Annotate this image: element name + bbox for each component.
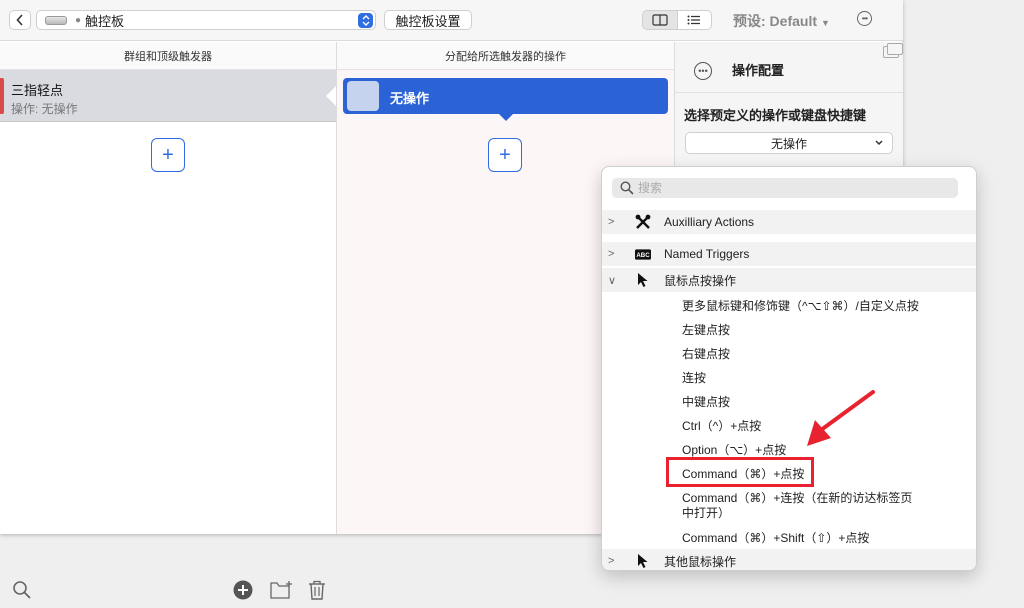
menu-item-command-double-click-cont[interactable]: 中打开） <box>682 505 730 521</box>
menu-item-ctrl-click[interactable]: Ctrl（^）+点按 <box>682 418 761 434</box>
group-label: 其他鼠标操作 <box>664 554 737 569</box>
path-separator: ● <box>75 14 82 26</box>
toolbar: ● 触控板 触控板设置 预设: Default ▼ ••• <box>0 0 903 41</box>
selection-notch <box>326 86 336 106</box>
preset-selector[interactable]: 预设: Default ▼ <box>733 11 830 31</box>
action-label: 无操作 <box>390 91 430 106</box>
search-icon[interactable] <box>12 580 32 603</box>
menu-item-left-click[interactable]: 左键点按 <box>682 322 730 338</box>
view-mode-segmented-control[interactable] <box>642 10 712 30</box>
action-row[interactable]: 无操作 <box>343 78 668 121</box>
columns-view-button[interactable] <box>643 11 678 29</box>
back-button[interactable] <box>9 10 31 30</box>
trackpad-drive-icon <box>45 15 67 25</box>
chevron-right-icon: > <box>608 216 615 228</box>
config-title: 操作配置 <box>732 63 785 78</box>
trigger-title: 三指轻点 <box>11 83 64 98</box>
add-action-button[interactable]: + <box>488 138 522 172</box>
group-auxiliary-actions[interactable]: > Auxilliary Actions <box>602 210 976 234</box>
trackpad-settings-button[interactable]: 触控板设置 <box>384 10 472 30</box>
annotation-arrow-icon <box>807 390 875 446</box>
group-label: Named Triggers <box>664 247 750 261</box>
group-label: 鼠标点按操作 <box>664 273 737 288</box>
chevron-down-icon <box>875 140 883 146</box>
chevron-down-icon: ∨ <box>608 274 617 287</box>
new-folder-icon[interactable] <box>270 580 294 603</box>
config-prompt: 选择预定义的操作或键盘快捷键 <box>684 108 867 123</box>
columns-icon <box>652 14 668 26</box>
more-options-icon[interactable]: ••• <box>857 11 872 26</box>
action-thumbnail <box>347 81 379 111</box>
device-path-selector[interactable]: ● 触控板 <box>36 10 376 30</box>
search-input[interactable] <box>638 181 938 195</box>
cursor-icon <box>635 553 651 569</box>
trigger-color-stripe <box>0 78 4 114</box>
menu-item-command-shift-click[interactable]: Command（⌘）+Shift（⇧）+点按 <box>682 530 869 546</box>
group-named-triggers[interactable]: > ABC Named Triggers <box>602 242 976 266</box>
menu-item-middle-click[interactable]: 中键点按 <box>682 394 730 410</box>
plus-icon: + <box>499 143 511 166</box>
action-notch <box>499 114 513 121</box>
divider <box>675 92 903 93</box>
search-field[interactable] <box>612 178 958 198</box>
tools-icon <box>635 214 651 230</box>
action-dropdown-menu: > Auxilliary Actions > ABC Named Trigger… <box>601 166 977 571</box>
menu-item-custom-click[interactable]: 更多鼠标键和修饰键（^⌥⇧⌘）/自定义点按 <box>682 298 919 314</box>
search-icon <box>620 181 634 195</box>
menu-item-option-click[interactable]: Option（⌥）+点按 <box>682 442 786 458</box>
group-other-mouse-actions[interactable]: > 其他鼠标操作 <box>602 549 976 570</box>
group-label: Auxilliary Actions <box>664 215 755 229</box>
action-select-value: 无操作 <box>770 136 807 151</box>
plus-icon: + <box>162 143 174 166</box>
add-circle-icon[interactable] <box>233 580 253 603</box>
cursor-icon <box>635 272 651 288</box>
path-label: 触控板 <box>85 13 125 29</box>
trash-icon[interactable] <box>308 580 326 603</box>
trigger-row[interactable]: 三指轻点 操作: 无操作 <box>0 70 336 122</box>
action-select[interactable]: 无操作 <box>685 132 893 154</box>
menu-item-double-click[interactable]: 连按 <box>682 370 706 386</box>
path-stepper-icon[interactable] <box>358 13 373 28</box>
group-mouse-click-actions[interactable]: ∨ 鼠标点按操作 <box>602 268 976 292</box>
chevron-right-icon: > <box>608 248 615 260</box>
chevron-left-icon <box>16 14 23 26</box>
menu-item-right-click[interactable]: 右键点按 <box>682 346 730 362</box>
menu-item-command-double-click[interactable]: Command（⌘）+连按（在新的访达标签页 <box>682 490 912 506</box>
chevron-down-icon: ▼ <box>821 18 830 28</box>
trigger-subtitle: 操作: 无操作 <box>11 102 78 116</box>
groups-column-header: 群组和顶级触发器 <box>0 42 336 70</box>
list-icon <box>687 15 701 25</box>
more-options-icon[interactable]: ••• <box>694 62 712 80</box>
abc-badge-icon: ABC <box>635 246 651 262</box>
chevron-right-icon: > <box>608 555 615 567</box>
highlight-box <box>666 457 814 487</box>
window-copy-icon[interactable] <box>883 43 903 58</box>
actions-column-header: 分配给所选触发器的操作 <box>337 42 674 70</box>
triggers-column: 三指轻点 操作: 无操作 + <box>0 70 336 600</box>
preset-label: 预设: Default <box>733 13 817 29</box>
add-trigger-button[interactable]: + <box>151 138 185 172</box>
list-view-button[interactable] <box>678 11 712 29</box>
triggers-bottom-bar <box>0 572 336 604</box>
abc-badge-text: ABC <box>636 251 650 258</box>
